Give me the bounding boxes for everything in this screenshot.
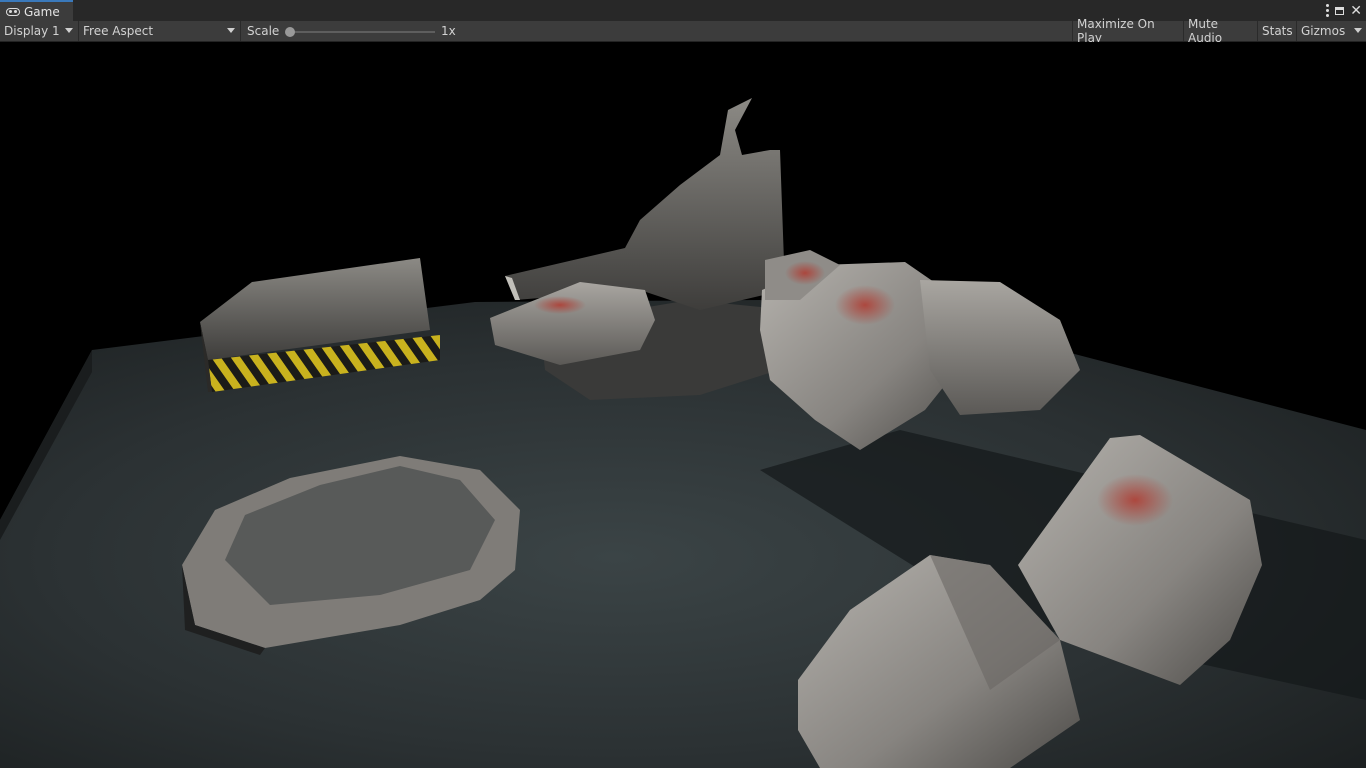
- maximize-on-play-label: Maximize On Play: [1077, 17, 1155, 45]
- display-dropdown-label: Display 1: [4, 24, 60, 38]
- broken-wall: [505, 98, 785, 310]
- kebab-menu-icon[interactable]: [1326, 4, 1330, 17]
- stats-label: Stats: [1262, 24, 1293, 38]
- game-viewport[interactable]: [0, 42, 1366, 768]
- tab-title: Game: [24, 4, 60, 19]
- close-icon[interactable]: ✕: [1350, 4, 1362, 18]
- aspect-dropdown-label: Free Aspect: [83, 24, 154, 38]
- maximize-icon[interactable]: [1335, 6, 1345, 15]
- scale-slider-thumb[interactable]: [285, 27, 295, 37]
- gizmos-button[interactable]: Gizmos: [1296, 21, 1366, 41]
- game-toolbar: Display 1 Free Aspect Scale 1x Maximize …: [0, 17, 1366, 45]
- aspect-dropdown[interactable]: Free Aspect: [79, 21, 241, 41]
- window-controls: ✕: [1326, 0, 1366, 21]
- scale-slider-track[interactable]: [290, 31, 435, 33]
- mute-audio-label: Mute Audio: [1188, 17, 1223, 45]
- game-scene: [0, 98, 1366, 768]
- display-dropdown[interactable]: Display 1: [0, 21, 79, 41]
- tab-game[interactable]: Game: [0, 0, 73, 21]
- chevron-down-icon: [65, 28, 73, 33]
- mute-audio-button[interactable]: Mute Audio: [1183, 17, 1257, 45]
- chevron-down-icon: [227, 28, 235, 33]
- chevron-down-icon: [1354, 28, 1362, 33]
- gamepad-icon: [6, 7, 20, 16]
- scale-value: 1x: [441, 24, 456, 38]
- gizmos-label: Gizmos: [1301, 24, 1346, 38]
- maximize-on-play-button[interactable]: Maximize On Play: [1072, 17, 1183, 45]
- stats-button[interactable]: Stats: [1257, 21, 1296, 41]
- scale-label: Scale: [247, 24, 280, 38]
